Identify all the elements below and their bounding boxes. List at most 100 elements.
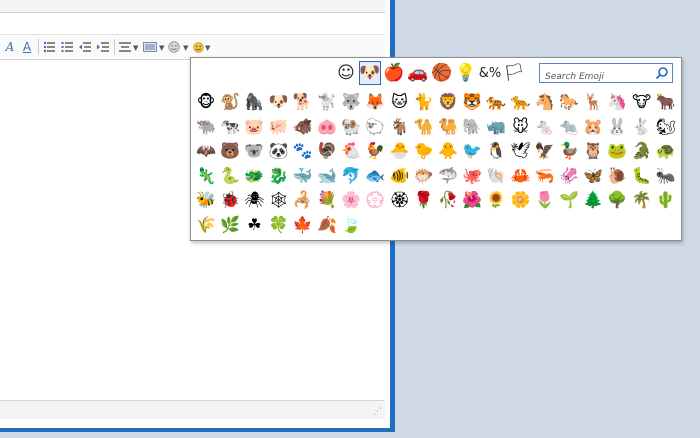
emoji-button[interactable]: 🐪 — [412, 116, 436, 138]
emoji-button[interactable]: 🐎 — [557, 91, 581, 113]
category-tab-food[interactable]: 🍎 — [383, 61, 405, 85]
emoji-button[interactable]: 🦆 — [557, 140, 581, 162]
emoji-button[interactable]: 🍁 — [291, 214, 315, 236]
emoji-button[interactable]: 🦍 — [242, 91, 266, 113]
emoji-button[interactable]: 🐈 — [412, 91, 436, 113]
emoji-button[interactable]: 💐 — [315, 189, 339, 211]
emoji-button[interactable]: 🐭 — [509, 116, 533, 138]
emoji-button[interactable]: 🌴 — [630, 189, 654, 211]
increase-indent-icon[interactable] — [96, 39, 110, 55]
emoji-button[interactable]: 🦊 — [363, 91, 387, 113]
emoji-button[interactable]: 🌿 — [218, 214, 242, 236]
emoji-button[interactable]: 🐡 — [412, 165, 436, 187]
emoji-button[interactable]: 🐕 — [291, 91, 315, 113]
emoji-button[interactable]: 🐗 — [291, 116, 315, 138]
emoji-button[interactable]: 🐶 — [267, 91, 291, 113]
emoji-button[interactable]: 🐟 — [363, 165, 387, 187]
resize-grip-icon[interactable]: ⋰ — [373, 407, 382, 417]
emoji-button[interactable]: 🐀 — [557, 116, 581, 138]
emoji-button[interactable]: 🦀 — [509, 165, 533, 187]
emoji-button[interactable]: 🌱 — [557, 189, 581, 211]
font-color-icon[interactable]: A — [4, 39, 16, 55]
emoji-button[interactable]: 🥀 — [436, 189, 460, 211]
emoji-button[interactable]: 🐂 — [654, 91, 678, 113]
emoji-button[interactable]: 🦏 — [484, 116, 508, 138]
emoji-button[interactable]: 🐮 — [630, 91, 654, 113]
emoji-button[interactable]: 🌹 — [412, 189, 436, 211]
emoji-button[interactable]: 🐜 — [654, 165, 678, 187]
emoji-button[interactable]: 🌻 — [484, 189, 508, 211]
emoji-button[interactable]: 🦈 — [436, 165, 460, 187]
emoji-button[interactable]: 🦁 — [436, 91, 460, 113]
emoji-button[interactable]: 🐇 — [630, 116, 654, 138]
emoji-button[interactable]: 🐘 — [460, 116, 484, 138]
emoji-button[interactable]: 🐍 — [218, 165, 242, 187]
emoji-button[interactable]: 🍂 — [315, 214, 339, 236]
emoji-button[interactable]: 🌾 — [194, 214, 218, 236]
emoji-button[interactable]: 🐼 — [267, 140, 291, 162]
emoji-button[interactable]: 🐌 — [605, 165, 629, 187]
emoji-button[interactable]: 🐢 — [654, 140, 678, 162]
emoji-button[interactable]: 🕊 — [509, 140, 533, 162]
emoji-button[interactable]: 🐅 — [484, 91, 508, 113]
emoji-button[interactable]: 🐙 — [460, 165, 484, 187]
emoji-button[interactable]: 🐉 — [267, 165, 291, 187]
text-color-icon[interactable]: A — [20, 39, 34, 55]
emoji-button[interactable]: 🐻 — [218, 140, 242, 162]
emoji-button[interactable]: 🦂 — [291, 189, 315, 211]
emoji-button[interactable]: 🦌 — [581, 91, 605, 113]
emoji-button[interactable]: 🐁 — [533, 116, 557, 138]
emoji-button[interactable]: 🐬 — [339, 165, 363, 187]
category-tab-flags[interactable]: 🏳 — [503, 61, 525, 85]
emoji-button[interactable]: 🌵 — [654, 189, 678, 211]
emoji-button[interactable]: ☘ — [242, 214, 266, 236]
emoji-button[interactable]: 🦐 — [533, 165, 557, 187]
emoji-button[interactable]: 🐋 — [315, 165, 339, 187]
emoji-button[interactable]: 🐧 — [484, 140, 508, 162]
emoji-search-input[interactable] — [543, 68, 655, 86]
category-tab-symbols[interactable]: &% — [479, 61, 502, 85]
category-tab-smileys[interactable]: ☺ — [335, 61, 357, 85]
emoji-button[interactable]: 🐹 — [581, 116, 605, 138]
decrease-indent-icon[interactable] — [78, 39, 92, 55]
emoji-button[interactable]: 🐤 — [412, 140, 436, 162]
emoji-button[interactable]: 🐳 — [291, 165, 315, 187]
emoji-button[interactable]: 🐴 — [533, 91, 557, 113]
bulleted-list-icon[interactable] — [42, 39, 56, 55]
emoji-button[interactable]: 🐲 — [242, 165, 266, 187]
emoji-button[interactable]: 🐄 — [218, 116, 242, 138]
emoji-button[interactable]: 🐠 — [388, 165, 412, 187]
align-icon[interactable] — [118, 39, 132, 55]
numbered-list-icon[interactable] — [60, 39, 74, 55]
emoji-button[interactable]: 🐯 — [460, 91, 484, 113]
emoji-button[interactable]: 🐐 — [388, 116, 412, 138]
emoji-button[interactable]: 🦑 — [557, 165, 581, 187]
emoji-search-box[interactable] — [539, 63, 673, 86]
emoji-button[interactable]: 💮 — [363, 189, 387, 211]
emoji-button[interactable]: 🐞 — [218, 189, 242, 211]
emoji-button[interactable]: 🍀 — [267, 214, 291, 236]
category-tab-animals[interactable]: 🐶 — [359, 61, 381, 85]
emoji-button[interactable]: 🐨 — [242, 140, 266, 162]
emoji-button[interactable]: 🕸 — [267, 189, 291, 211]
emoji-button[interactable]: 🐷 — [242, 116, 266, 138]
emoji-button[interactable]: 🐔 — [339, 140, 363, 162]
category-tab-travel[interactable]: 🚗 — [407, 61, 429, 85]
emoji-button[interactable]: 🐛 — [630, 165, 654, 187]
emoji-button[interactable]: 🦅 — [533, 140, 557, 162]
emoji-button[interactable]: 🐿 — [654, 116, 678, 138]
emoji-button[interactable]: 🐥 — [436, 140, 460, 162]
emoji-button[interactable]: 🐩 — [315, 91, 339, 113]
emoji-button[interactable]: 🐵 — [194, 91, 218, 113]
emoji-button[interactable]: 🐖 — [267, 116, 291, 138]
category-tab-objects[interactable]: 💡 — [455, 61, 477, 85]
emoji-button[interactable]: 🐝 — [194, 189, 218, 211]
emoji-button[interactable]: 🐦 — [460, 140, 484, 162]
emoji-button[interactable]: 🦇 — [194, 140, 218, 162]
emoji-button[interactable]: 🐓 — [363, 140, 387, 162]
emoji-button[interactable]: 🐰 — [605, 116, 629, 138]
background-icon[interactable] — [142, 39, 158, 55]
background-dropdown-caret[interactable]: ▼ — [159, 44, 164, 52]
emoji-icon[interactable] — [167, 39, 181, 55]
emoji-button[interactable]: 🕷 — [242, 189, 266, 211]
